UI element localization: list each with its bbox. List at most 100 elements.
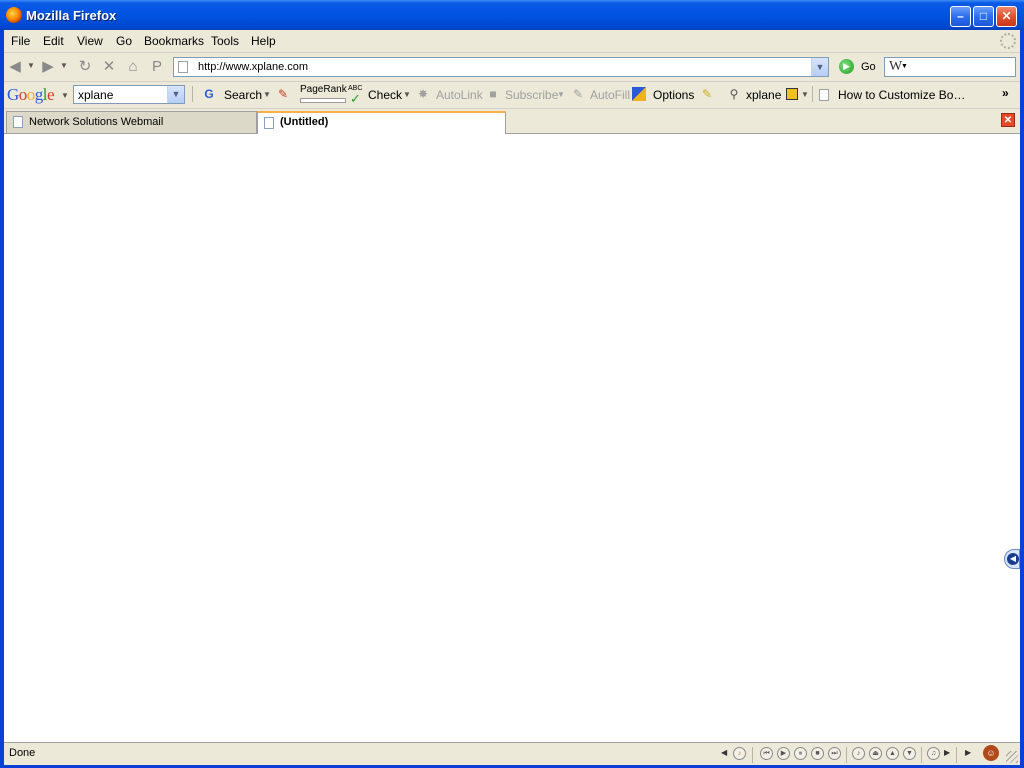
firefox-icon [6,7,22,23]
next-track-icon[interactable]: ⏭ [828,747,841,760]
title-bar[interactable]: Mozilla Firefox – □ ✕ [0,0,1024,30]
tab-strip: Network Solutions Webmail (Untitled) ✕ [4,109,1020,134]
status-separator [956,747,957,763]
google-search-icon[interactable]: G [201,86,217,102]
resize-grip-icon[interactable] [1006,751,1018,763]
greasemonkey-icon[interactable]: ☺ [983,745,999,761]
options-button[interactable]: Options [653,88,694,102]
tab-network-solutions-webmail[interactable]: Network Solutions Webmail [6,111,257,133]
google-search-input[interactable]: xplane ▼ [73,85,185,104]
google-toolbar: Google ▼ xplane ▼ G Search ▼ ✎ PageRank … [4,82,1020,109]
search-dropdown-icon[interactable]: ▼ [263,90,271,99]
autolink-button[interactable]: AutoLink [436,88,483,102]
status-separator [921,747,922,763]
menu-file[interactable]: File [11,34,30,48]
check-dropdown-icon[interactable]: ▼ [403,90,411,99]
status-separator [846,747,847,763]
speaker-icon[interactable]: ♫ [927,747,940,760]
search-engine-field[interactable]: W ▼ [884,57,1016,77]
tab-untitled[interactable]: (Untitled) [257,111,506,134]
menu-help[interactable]: Help [251,34,276,48]
reload-icon[interactable]: ↻ [76,58,94,76]
stop-icon[interactable]: ✕ [100,58,118,76]
autofill-button[interactable]: AutoFill [590,88,630,102]
page-content[interactable]: ◀ [4,134,1020,742]
navigation-toolbar: ◀ ▼ ▶ ▼ ↻ ✕ ⌂ P http://www.xplane.com ▼ … [4,53,1020,82]
toolbar-separator [192,86,193,102]
subscribe-icon[interactable]: ■ [485,86,501,102]
page-icon [13,116,23,128]
back-icon[interactable]: ◀ [6,58,24,76]
music-note-icon[interactable]: ♪ [852,747,865,760]
browser-window: Mozilla Firefox – □ ✕ File Edit View Go … [0,0,1024,768]
window-title: Mozilla Firefox [26,8,117,23]
go-icon[interactable]: ▶ [839,59,854,74]
status-separator [752,747,753,763]
highlighter-icon[interactable]: ✎ [699,86,715,102]
tab-label: (Untitled) [280,116,329,128]
page-icon [264,117,274,129]
subscribe-button[interactable]: Subscribe [505,88,558,102]
close-tab-icon[interactable]: ✕ [1001,113,1015,127]
back-dropdown-icon[interactable]: ▼ [27,61,35,70]
sidebar-toggle[interactable]: ◀ [1004,549,1020,569]
volume-down-icon[interactable]: ▼ [903,747,916,760]
menu-tools[interactable]: Tools [211,34,239,48]
eject-icon[interactable]: ⏏ [869,747,882,760]
go-button[interactable]: Go [861,61,876,73]
menu-bar: File Edit View Go Bookmarks Tools Help [4,30,1020,53]
check-button[interactable]: Check [368,88,402,102]
minimize-button[interactable]: – [950,6,971,27]
url-field[interactable]: http://www.xplane.com ▼ [173,57,829,77]
pagerank-label: PageRank [300,84,347,95]
gmail-blog-icon[interactable] [786,88,798,100]
menu-view[interactable]: View [77,34,103,48]
bookmark-page-icon [819,89,829,101]
menu-edit[interactable]: Edit [43,34,64,48]
autofill-icon[interactable]: ✎ [570,86,586,102]
options-icon[interactable] [632,87,646,101]
media-player-icon[interactable]: ♪ [733,747,746,760]
media-scroll-right-icon[interactable]: ▶ [944,748,950,757]
media-scroll-left-icon[interactable]: ◀ [721,748,727,757]
stop-media-icon[interactable]: ■ [811,747,824,760]
google-logo[interactable]: Google [7,85,55,105]
search-word-icon[interactable]: ⚲ [726,86,742,102]
google-search-value: xplane [78,88,114,102]
maximize-button[interactable]: □ [973,6,994,27]
throbber-icon [1000,33,1016,49]
home-icon[interactable]: ⌂ [124,58,142,76]
play-icon[interactable]: ▶ [777,747,790,760]
toolbar-overflow-chevron-icon[interactable]: » [1002,86,1009,100]
spellcheck-icon[interactable]: ✓ [350,91,361,107]
paypal-icon[interactable]: P [148,58,166,76]
previous-track-icon[interactable]: ⏮ [760,747,773,760]
news-icon[interactable]: ✎ [275,86,291,102]
close-button[interactable]: ✕ [996,6,1017,27]
forward-icon[interactable]: ▶ [39,58,57,76]
toolbar-separator [812,86,813,102]
menu-bookmarks[interactable]: Bookmarks [144,34,204,48]
status-bar: Done ◀ ♪ ⏮ ▶ ⏸ ■ ⏭ ♪ ⏏ ▲ ▼ ♫ ▶ ▶ ☺ [4,742,1020,765]
menu-go[interactable]: Go [116,34,132,48]
tab-label: Network Solutions Webmail [29,116,164,128]
search-button[interactable]: Search [224,88,262,102]
bookmark-how-to-customize[interactable]: How to Customize Bo… [838,88,965,102]
xplane-search-word-button[interactable]: xplane [746,88,781,102]
forward-dropdown-icon[interactable]: ▼ [60,61,68,70]
autolink-icon[interactable]: ✸ [415,86,431,102]
pagerank-bar [300,98,346,103]
engine-dropdown-icon[interactable]: ▼ [901,63,908,70]
client-area: File Edit View Go Bookmarks Tools Help ◀… [4,30,1020,765]
url-text: http://www.xplane.com [198,61,309,73]
google-search-dropdown-icon[interactable]: ▼ [167,86,184,103]
volume-up-icon[interactable]: ▲ [886,747,899,760]
status-text: Done [9,747,36,759]
url-dropdown-icon[interactable]: ▼ [811,58,828,76]
pause-icon[interactable]: ⏸ [794,747,807,760]
status-arrow-icon[interactable]: ▶ [965,748,971,757]
blog-dropdown-icon[interactable]: ▼ [801,90,809,99]
subscribe-dropdown-icon[interactable]: ▼ [557,90,565,99]
google-menu-dropdown-icon[interactable]: ▼ [61,91,69,100]
expand-left-icon: ◀ [1007,553,1019,565]
